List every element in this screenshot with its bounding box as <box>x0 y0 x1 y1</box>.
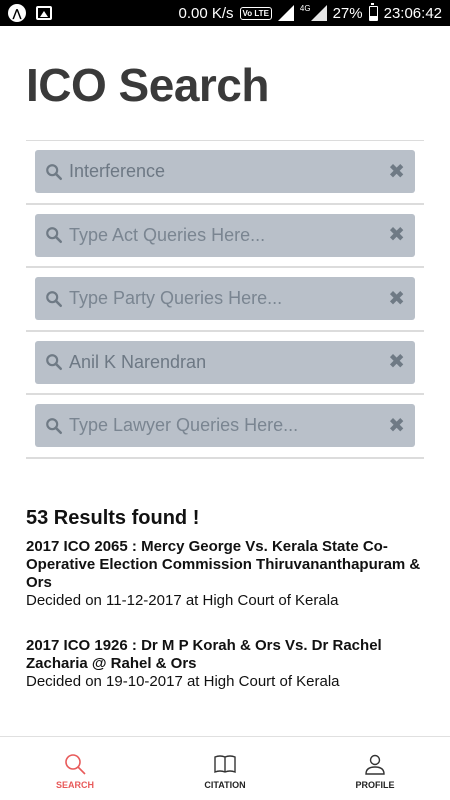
search-icon <box>65 753 86 775</box>
search-placeholder: Type Party Queries Here... <box>69 288 283 308</box>
search-fields-list: Interference ✖ Type Act Queries Here... ✖ Ty… <box>26 140 424 459</box>
clear-icon[interactable]: ✖ <box>388 289 405 309</box>
tab-search-label: SEARCH <box>55 779 94 790</box>
search-input-interference[interactable]: Interference ✖ <box>35 150 415 193</box>
search-row: Interference ✖ <box>26 141 424 205</box>
tab-citation[interactable]: CITATION <box>150 737 300 800</box>
status-bar: ⋀ 0.00 K/s Vo LTE 4G 27% 23:06:42 <box>0 0 450 26</box>
clear-icon[interactable]: ✖ <box>388 352 405 372</box>
result-item[interactable]: 2017 ICO 1926 : Dr M P Korah & Ors Vs. D… <box>26 637 426 691</box>
signal-icon-secondary <box>310 5 327 21</box>
result-meta: Decided on 19-10-2017 at High Court of K… <box>26 673 340 690</box>
search-icon <box>45 290 63 308</box>
result-title[interactable]: 2017 ICO 1926 : Dr M P Korah & Ors Vs. D… <box>26 637 426 673</box>
tab-search[interactable]: SEARCH <box>0 737 150 800</box>
search-value: Interference <box>69 161 166 181</box>
search-input-act[interactable]: Type Act Queries Here... ✖ <box>35 213 415 257</box>
network-speed: 0.00 K/s <box>178 4 234 22</box>
book-icon <box>214 754 236 773</box>
image-notification-icon <box>36 6 52 20</box>
battery-level: 27% <box>332 4 363 22</box>
search-row: Anil K Narendran ✖ <box>26 332 424 395</box>
search-icon <box>45 226 63 244</box>
results-count: 53 Results found ! <box>26 507 200 529</box>
tab-citation-label: CITATION <box>204 779 246 790</box>
navigation-app-icon: ⋀ <box>8 4 26 22</box>
search-input-judge[interactable]: Anil K Narendran ✖ <box>35 340 415 384</box>
search-icon <box>45 163 63 181</box>
search-placeholder: Type Act Queries Here... <box>69 224 266 245</box>
clear-icon[interactable]: ✖ <box>388 416 405 436</box>
result-meta: Decided on 11-12-2017 at High Court of K… <box>26 592 339 609</box>
search-placeholder: Type Lawyer Queries Here... <box>69 415 299 435</box>
battery-icon <box>368 2 378 21</box>
search-icon <box>45 353 63 371</box>
search-row: Type Lawyer Queries Here... ✖ <box>26 395 424 459</box>
clock: 23:06:42 <box>383 4 442 22</box>
network-type: 4G <box>299 3 311 13</box>
bottom-navigation: SEARCH CITATION PROFILE <box>0 736 450 800</box>
result-title[interactable]: 2017 ICO 2065 : Mercy George Vs. Kerala … <box>26 538 426 592</box>
search-input-party[interactable]: Type Party Queries Here... ✖ <box>35 277 415 320</box>
user-icon <box>365 754 385 775</box>
clear-icon[interactable]: ✖ <box>388 225 405 245</box>
search-value: Anil K Narendran <box>69 351 207 372</box>
signal-icon <box>277 5 294 21</box>
search-input-lawyer[interactable]: Type Lawyer Queries Here... ✖ <box>35 404 415 447</box>
tab-profile-label: PROFILE <box>355 779 395 790</box>
search-icon <box>45 417 63 435</box>
result-item[interactable]: 2017 ICO 2065 : Mercy George Vs. Kerala … <box>26 538 426 610</box>
clear-icon[interactable]: ✖ <box>388 162 405 182</box>
search-row: Type Party Queries Here... ✖ <box>26 268 424 332</box>
tab-profile[interactable]: PROFILE <box>300 737 450 800</box>
page-title: ICO Search <box>26 59 270 111</box>
search-row: Type Act Queries Here... ✖ <box>26 205 424 268</box>
volte-badge: Vo LTE <box>239 6 272 20</box>
